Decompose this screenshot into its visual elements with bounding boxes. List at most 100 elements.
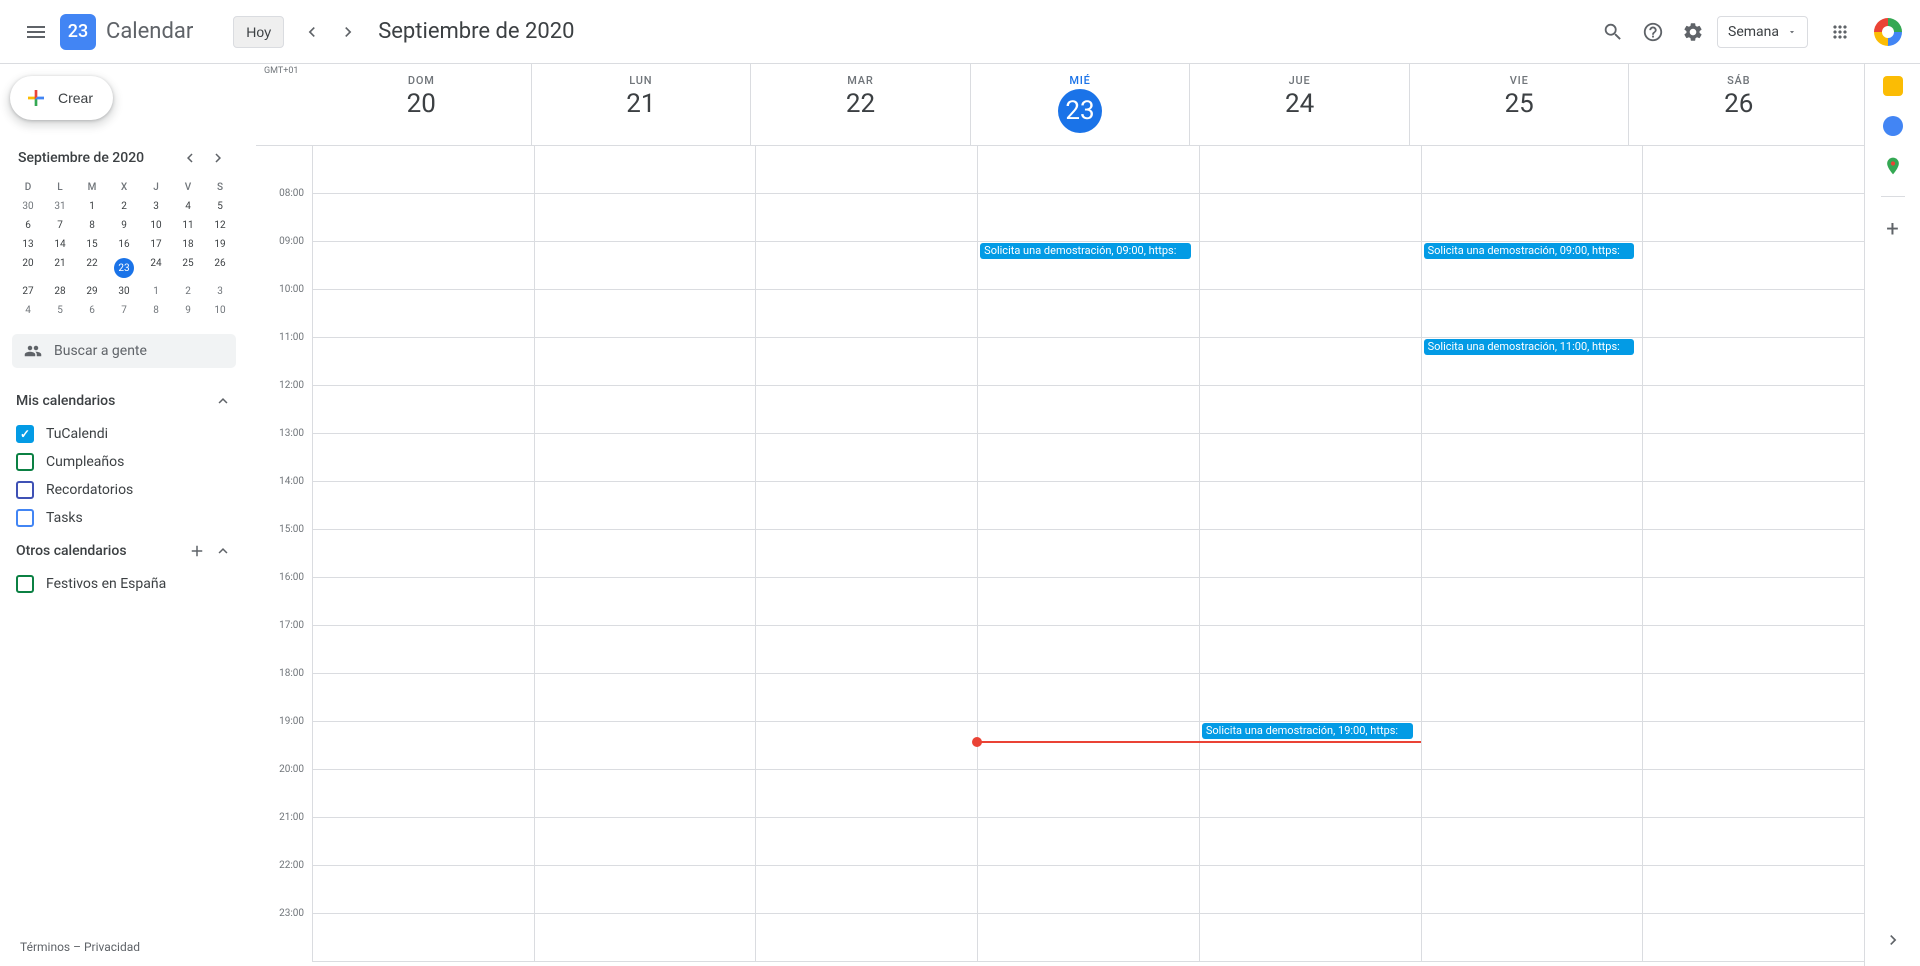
hour-cell[interactable] (535, 434, 756, 482)
day-column[interactable] (312, 146, 534, 962)
hour-cell[interactable] (1643, 674, 1864, 722)
hour-cell[interactable] (1422, 626, 1643, 674)
mini-calendar-day[interactable]: 2 (108, 197, 140, 216)
hour-cell[interactable] (313, 530, 534, 578)
hour-cell[interactable] (756, 530, 977, 578)
mini-calendar-day[interactable]: 29 (76, 282, 108, 301)
calendar-checkbox[interactable] (16, 453, 34, 471)
day-column-header[interactable]: JUE24 (1189, 64, 1409, 145)
help-button[interactable] (1633, 12, 1673, 52)
hour-cell[interactable] (535, 242, 756, 290)
search-button[interactable] (1593, 12, 1633, 52)
day-column[interactable]: Solicita una demostración, 09:00, https: (977, 146, 1199, 962)
hour-cell[interactable] (535, 338, 756, 386)
hour-cell[interactable] (756, 386, 977, 434)
calendar-grid-scroll[interactable]: 08:0009:0010:0011:0012:0013:0014:0015:00… (256, 146, 1864, 966)
calendar-list-item[interactable]: Cumpleaños (12, 448, 236, 476)
hour-cell[interactable] (1200, 434, 1421, 482)
hour-cell[interactable] (313, 578, 534, 626)
mini-calendar-day[interactable]: 7 (108, 301, 140, 320)
mini-calendar-day[interactable]: 31 (44, 197, 76, 216)
hour-cell[interactable] (756, 242, 977, 290)
hour-cell[interactable] (978, 914, 1199, 962)
hour-cell[interactable] (535, 290, 756, 338)
mini-calendar-day[interactable]: 25 (172, 254, 204, 282)
hour-cell[interactable] (1422, 770, 1643, 818)
hour-cell[interactable] (1200, 914, 1421, 962)
calendar-event[interactable]: Solicita una demostración, 19:00, https: (1202, 723, 1413, 739)
prev-week-button[interactable] (296, 16, 328, 48)
hour-cell[interactable] (1200, 866, 1421, 914)
hour-cell[interactable] (1643, 578, 1864, 626)
calendar-checkbox[interactable] (16, 425, 34, 443)
collapse-panel-button[interactable] (1883, 930, 1903, 966)
hour-cell[interactable] (535, 482, 756, 530)
mini-calendar-day[interactable]: 3 (204, 282, 236, 301)
day-column-header[interactable]: MAR22 (750, 64, 970, 145)
hour-cell[interactable] (1643, 434, 1864, 482)
calendar-checkbox[interactable] (16, 509, 34, 527)
mini-calendar-day[interactable]: 13 (12, 235, 44, 254)
hour-cell[interactable] (1643, 146, 1864, 194)
mini-calendar-day[interactable]: 21 (44, 254, 76, 282)
hour-cell[interactable] (756, 578, 977, 626)
hour-cell[interactable] (313, 434, 534, 482)
hour-cell[interactable] (756, 674, 977, 722)
hour-cell[interactable] (756, 626, 977, 674)
maps-addon-button[interactable] (1883, 156, 1903, 176)
mini-calendar-day[interactable]: 24 (140, 254, 172, 282)
hour-cell[interactable] (313, 242, 534, 290)
mini-calendar-day[interactable]: 26 (204, 254, 236, 282)
hour-cell[interactable] (1422, 194, 1643, 242)
mini-calendar-day[interactable]: 1 (140, 282, 172, 301)
calendar-checkbox[interactable] (16, 481, 34, 499)
day-column[interactable]: Solicita una demostración, 19:00, https: (1199, 146, 1421, 962)
mini-calendar-day[interactable]: 11 (172, 216, 204, 235)
hour-cell[interactable] (1200, 578, 1421, 626)
google-apps-button[interactable] (1820, 12, 1860, 52)
hour-cell[interactable] (1200, 674, 1421, 722)
hour-cell[interactable] (756, 338, 977, 386)
hour-cell[interactable] (1643, 626, 1864, 674)
hour-cell[interactable] (535, 914, 756, 962)
hour-cell[interactable] (1643, 386, 1864, 434)
hour-cell[interactable] (535, 386, 756, 434)
hour-cell[interactable] (313, 290, 534, 338)
hour-cell[interactable] (1422, 722, 1643, 770)
mini-calendar-day[interactable]: 10 (140, 216, 172, 235)
hour-cell[interactable] (313, 674, 534, 722)
hour-cell[interactable] (1643, 290, 1864, 338)
mini-calendar-day[interactable]: 5 (44, 301, 76, 320)
hour-cell[interactable] (1643, 242, 1864, 290)
hour-cell[interactable] (1200, 242, 1421, 290)
hour-cell[interactable] (1422, 146, 1643, 194)
hour-cell[interactable] (978, 482, 1199, 530)
privacy-link[interactable]: Privacidad (84, 940, 140, 954)
hour-cell[interactable] (1200, 770, 1421, 818)
calendar-event[interactable]: Solicita una demostración, 09:00, https: (980, 243, 1191, 259)
hour-cell[interactable] (313, 866, 534, 914)
hour-cell[interactable] (535, 578, 756, 626)
terms-link[interactable]: Términos (20, 940, 70, 954)
hour-cell[interactable] (535, 674, 756, 722)
hour-cell[interactable] (978, 194, 1199, 242)
calendar-list-item[interactable]: Festivos en España (12, 570, 236, 598)
hour-cell[interactable] (1422, 578, 1643, 626)
mini-calendar-day[interactable]: 6 (76, 301, 108, 320)
hour-cell[interactable] (1643, 530, 1864, 578)
day-column[interactable] (755, 146, 977, 962)
mini-calendar-day[interactable]: 18 (172, 235, 204, 254)
hour-cell[interactable] (313, 146, 534, 194)
hour-cell[interactable] (978, 530, 1199, 578)
mini-calendar-day[interactable]: 14 (44, 235, 76, 254)
day-column[interactable]: Solicita una demostración, 09:00, https:… (1421, 146, 1643, 962)
mini-calendar-day[interactable]: 7 (44, 216, 76, 235)
mini-calendar-day[interactable]: 22 (76, 254, 108, 282)
hour-cell[interactable] (1200, 290, 1421, 338)
add-calendar-icon[interactable] (188, 542, 206, 560)
hour-cell[interactable] (535, 818, 756, 866)
mini-calendar-day[interactable]: 3 (140, 197, 172, 216)
mini-calendar-day[interactable]: 4 (172, 197, 204, 216)
hour-cell[interactable] (756, 722, 977, 770)
hour-cell[interactable] (313, 386, 534, 434)
